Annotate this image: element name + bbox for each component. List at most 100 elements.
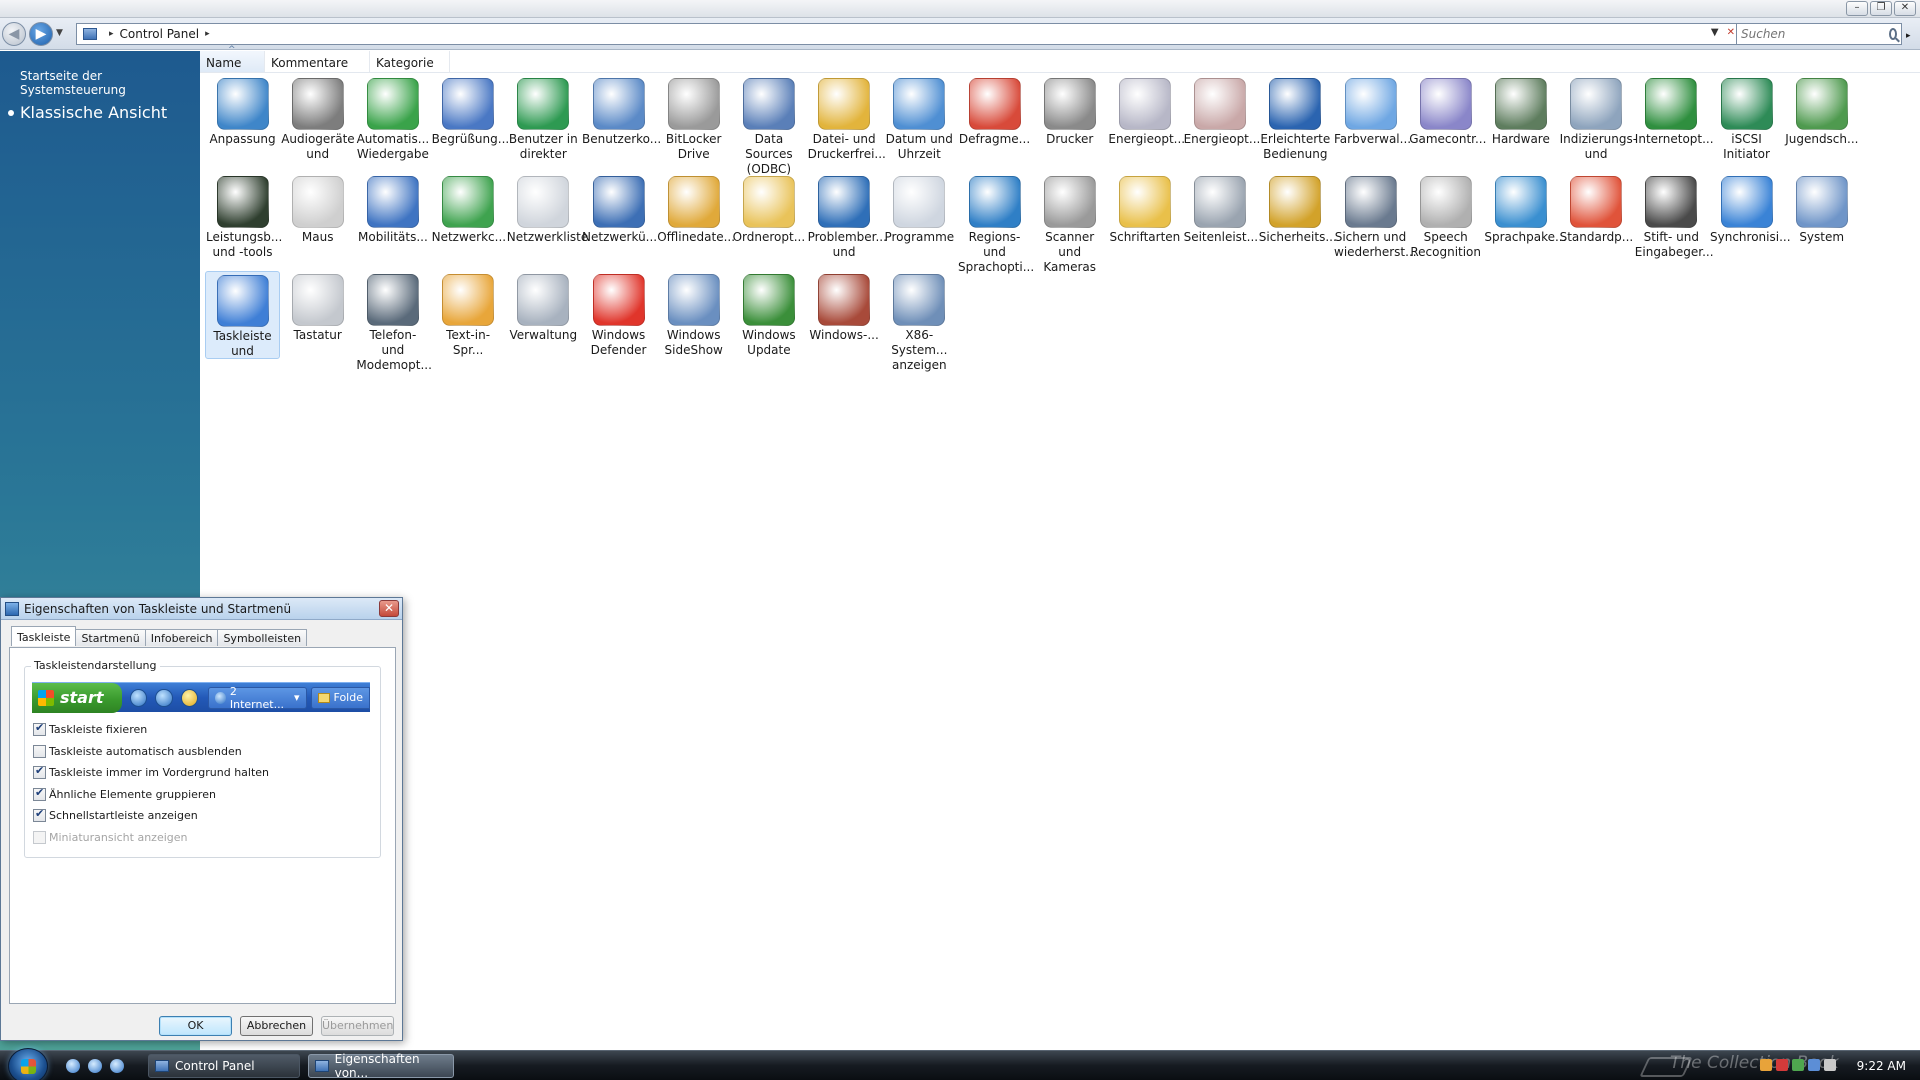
taskbar-button-properties-dialog[interactable]: Eigenschaften von... (308, 1052, 454, 1080)
cp-item[interactable]: Gamecontr... (1408, 75, 1486, 163)
column-header-category[interactable]: Kategorie (370, 51, 450, 72)
dialog-close-button[interactable]: ✕ (379, 600, 399, 617)
cp-item[interactable]: Leistungsb... und -tools (205, 173, 282, 261)
cp-item[interactable]: Data Sources (ODBC) (731, 75, 806, 176)
cp-item[interactable]: Sprachpake... (1483, 173, 1566, 261)
cp-item[interactable]: Stift- und Eingabeger... (1634, 173, 1714, 261)
cp-item[interactable]: BitLocker Drive (656, 75, 731, 163)
show-desktop-icon[interactable] (66, 1059, 80, 1073)
cp-item[interactable]: Hardware (1483, 75, 1558, 163)
cp-item[interactable]: Standardp... (1559, 173, 1634, 261)
back-button[interactable]: ◀ (2, 22, 26, 46)
cp-item[interactable]: Maus (280, 173, 355, 261)
cp-item[interactable]: Benutzer in direkter (506, 75, 581, 163)
cp-item[interactable]: Farbverwal... (1333, 75, 1411, 163)
cp-item[interactable]: System (1784, 173, 1859, 261)
cp-item[interactable]: Windows Update (731, 271, 806, 359)
option-checkbox[interactable]: Taskleiste fixieren (33, 721, 147, 736)
cp-item[interactable]: Programme (882, 173, 957, 261)
dialog-titlebar[interactable]: Eigenschaften von Taskleiste und Startme… (1, 598, 402, 620)
recent-pages-dropdown-icon[interactable]: ▼ (56, 28, 63, 38)
cp-item[interactable]: Schriftarten (1107, 173, 1182, 261)
ie-icon[interactable] (88, 1059, 102, 1073)
cp-item[interactable]: Sichern und wiederherst... (1333, 173, 1417, 261)
breadcrumb-chevron-icon[interactable]: ▸ (109, 29, 114, 39)
cp-item[interactable]: Telefon- und Modemopt... (355, 271, 432, 372)
cp-item[interactable]: Mobilitäts... (355, 173, 430, 261)
cp-item[interactable]: Audiogeräte und (280, 75, 355, 163)
cp-item[interactable]: Internetopt... (1634, 75, 1714, 163)
cp-item[interactable]: Energieopt... (1183, 75, 1260, 163)
cp-item[interactable]: Windows SideShow (656, 271, 731, 359)
cp-item[interactable]: Taskleiste und (205, 271, 280, 359)
tab-infobereich[interactable]: Infobereich (144, 629, 219, 646)
cancel-button[interactable]: Abbrechen (240, 1016, 313, 1036)
option-checkbox[interactable]: Taskleiste automatisch ausblenden (33, 744, 242, 758)
column-header-comments[interactable]: Kommentare (265, 51, 370, 72)
checked-box-icon[interactable] (33, 721, 46, 736)
cp-item[interactable]: Jugendsch... (1784, 75, 1859, 163)
checked-box-icon[interactable] (33, 764, 46, 779)
start-orb-button[interactable] (8, 1048, 48, 1080)
minimize-button[interactable]: – (1846, 1, 1868, 16)
cp-item[interactable]: Datum und Uhrzeit (882, 75, 957, 163)
cp-item[interactable]: Seitenleist... (1183, 173, 1258, 261)
cp-item[interactable]: Tastatur (280, 271, 355, 359)
cp-item[interactable]: Begrüßung... (431, 75, 509, 163)
update-tray-icon[interactable] (1792, 1059, 1804, 1071)
address-dropdown-icon[interactable]: ▼ (1711, 27, 1719, 38)
volume-tray-icon[interactable] (1824, 1059, 1836, 1071)
cp-item[interactable]: Synchronisi... (1709, 173, 1791, 261)
cp-item[interactable]: iSCSI Initiator (1709, 75, 1784, 163)
clock[interactable]: 9:22 AM (1857, 1059, 1906, 1073)
taskbar-button-control-panel[interactable]: Control Panel (148, 1054, 300, 1078)
cp-item[interactable]: Netzwerkü... (581, 173, 657, 261)
close-button[interactable]: ✕ (1894, 1, 1916, 16)
tab-taskleiste[interactable]: Taskleiste (11, 626, 77, 646)
security-alert-icon[interactable] (1776, 1059, 1788, 1071)
search-icon[interactable] (1889, 28, 1897, 40)
cp-item[interactable]: Offlinedate... (656, 173, 735, 261)
cp-item[interactable]: Sicherheits... (1258, 173, 1337, 261)
cp-item[interactable]: Defragme... (957, 75, 1032, 163)
checked-box-icon[interactable] (33, 786, 46, 801)
cp-item[interactable]: Windows Defender (581, 271, 656, 359)
refresh-icon[interactable]: ✕ (1727, 27, 1735, 38)
cp-item[interactable]: Energieopt... (1107, 75, 1185, 163)
breadcrumb-chevron-icon[interactable]: ▸ (205, 29, 210, 39)
cp-item[interactable]: Windows-... (807, 271, 882, 359)
cp-item[interactable]: Text-in-Spr... (431, 271, 506, 359)
option-checkbox[interactable]: Schnellstartleiste anzeigen (33, 807, 198, 822)
cp-item[interactable]: Speech Recognition (1408, 173, 1483, 261)
checked-box-icon[interactable] (33, 807, 46, 822)
address-bar[interactable]: ▸ Control Panel ▸ ▼ ✕ (76, 23, 1740, 45)
forward-button[interactable]: ▶ (29, 22, 53, 46)
cp-item[interactable]: Drucker (1032, 75, 1107, 163)
cp-item[interactable]: Automatis... Wiedergabe (355, 75, 430, 163)
sync-tray-icon[interactable] (1760, 1059, 1772, 1071)
unchecked-box-icon[interactable] (33, 744, 46, 758)
apply-button[interactable]: Übernehmen (321, 1016, 394, 1036)
cp-item[interactable]: Ordneropt... (731, 173, 806, 261)
cp-item[interactable]: Scanner und Kameras (1032, 173, 1107, 274)
cp-item[interactable]: Erleichterte Bedienung (1258, 75, 1333, 163)
cp-item[interactable]: Netzwerkc... (431, 173, 506, 261)
chevron-right-icon[interactable]: ▸ (1906, 31, 1911, 41)
cp-item[interactable]: X86-System... anzeigen (882, 271, 957, 372)
cp-item[interactable]: Indizierungs- und (1559, 75, 1637, 163)
breadcrumb-control-panel[interactable]: Control Panel (120, 27, 200, 41)
cp-item[interactable]: Regions- und Sprachopti... (957, 173, 1034, 274)
option-checkbox[interactable]: Taskleiste immer im Vordergrund halten (33, 764, 269, 779)
tab-symbolleisten[interactable]: Symbolleisten (217, 629, 308, 646)
cp-item[interactable]: Datei- und Druckerfrei... (807, 75, 886, 163)
classic-view-link[interactable]: Klassische Ansicht (8, 103, 167, 122)
column-header-name[interactable]: Name (200, 45, 265, 72)
network-tray-icon[interactable] (1808, 1059, 1820, 1071)
control-panel-home-link[interactable]: Startseite der Systemsteuerung (20, 69, 170, 97)
cp-item[interactable]: Verwaltung (506, 271, 581, 359)
option-checkbox[interactable]: Ähnliche Elemente gruppieren (33, 786, 216, 801)
cp-item[interactable]: Benutzerko... (581, 75, 661, 163)
cp-item[interactable]: Problember... und (807, 173, 887, 261)
switch-windows-icon[interactable] (110, 1059, 124, 1073)
search-input[interactable] (1737, 27, 1889, 41)
